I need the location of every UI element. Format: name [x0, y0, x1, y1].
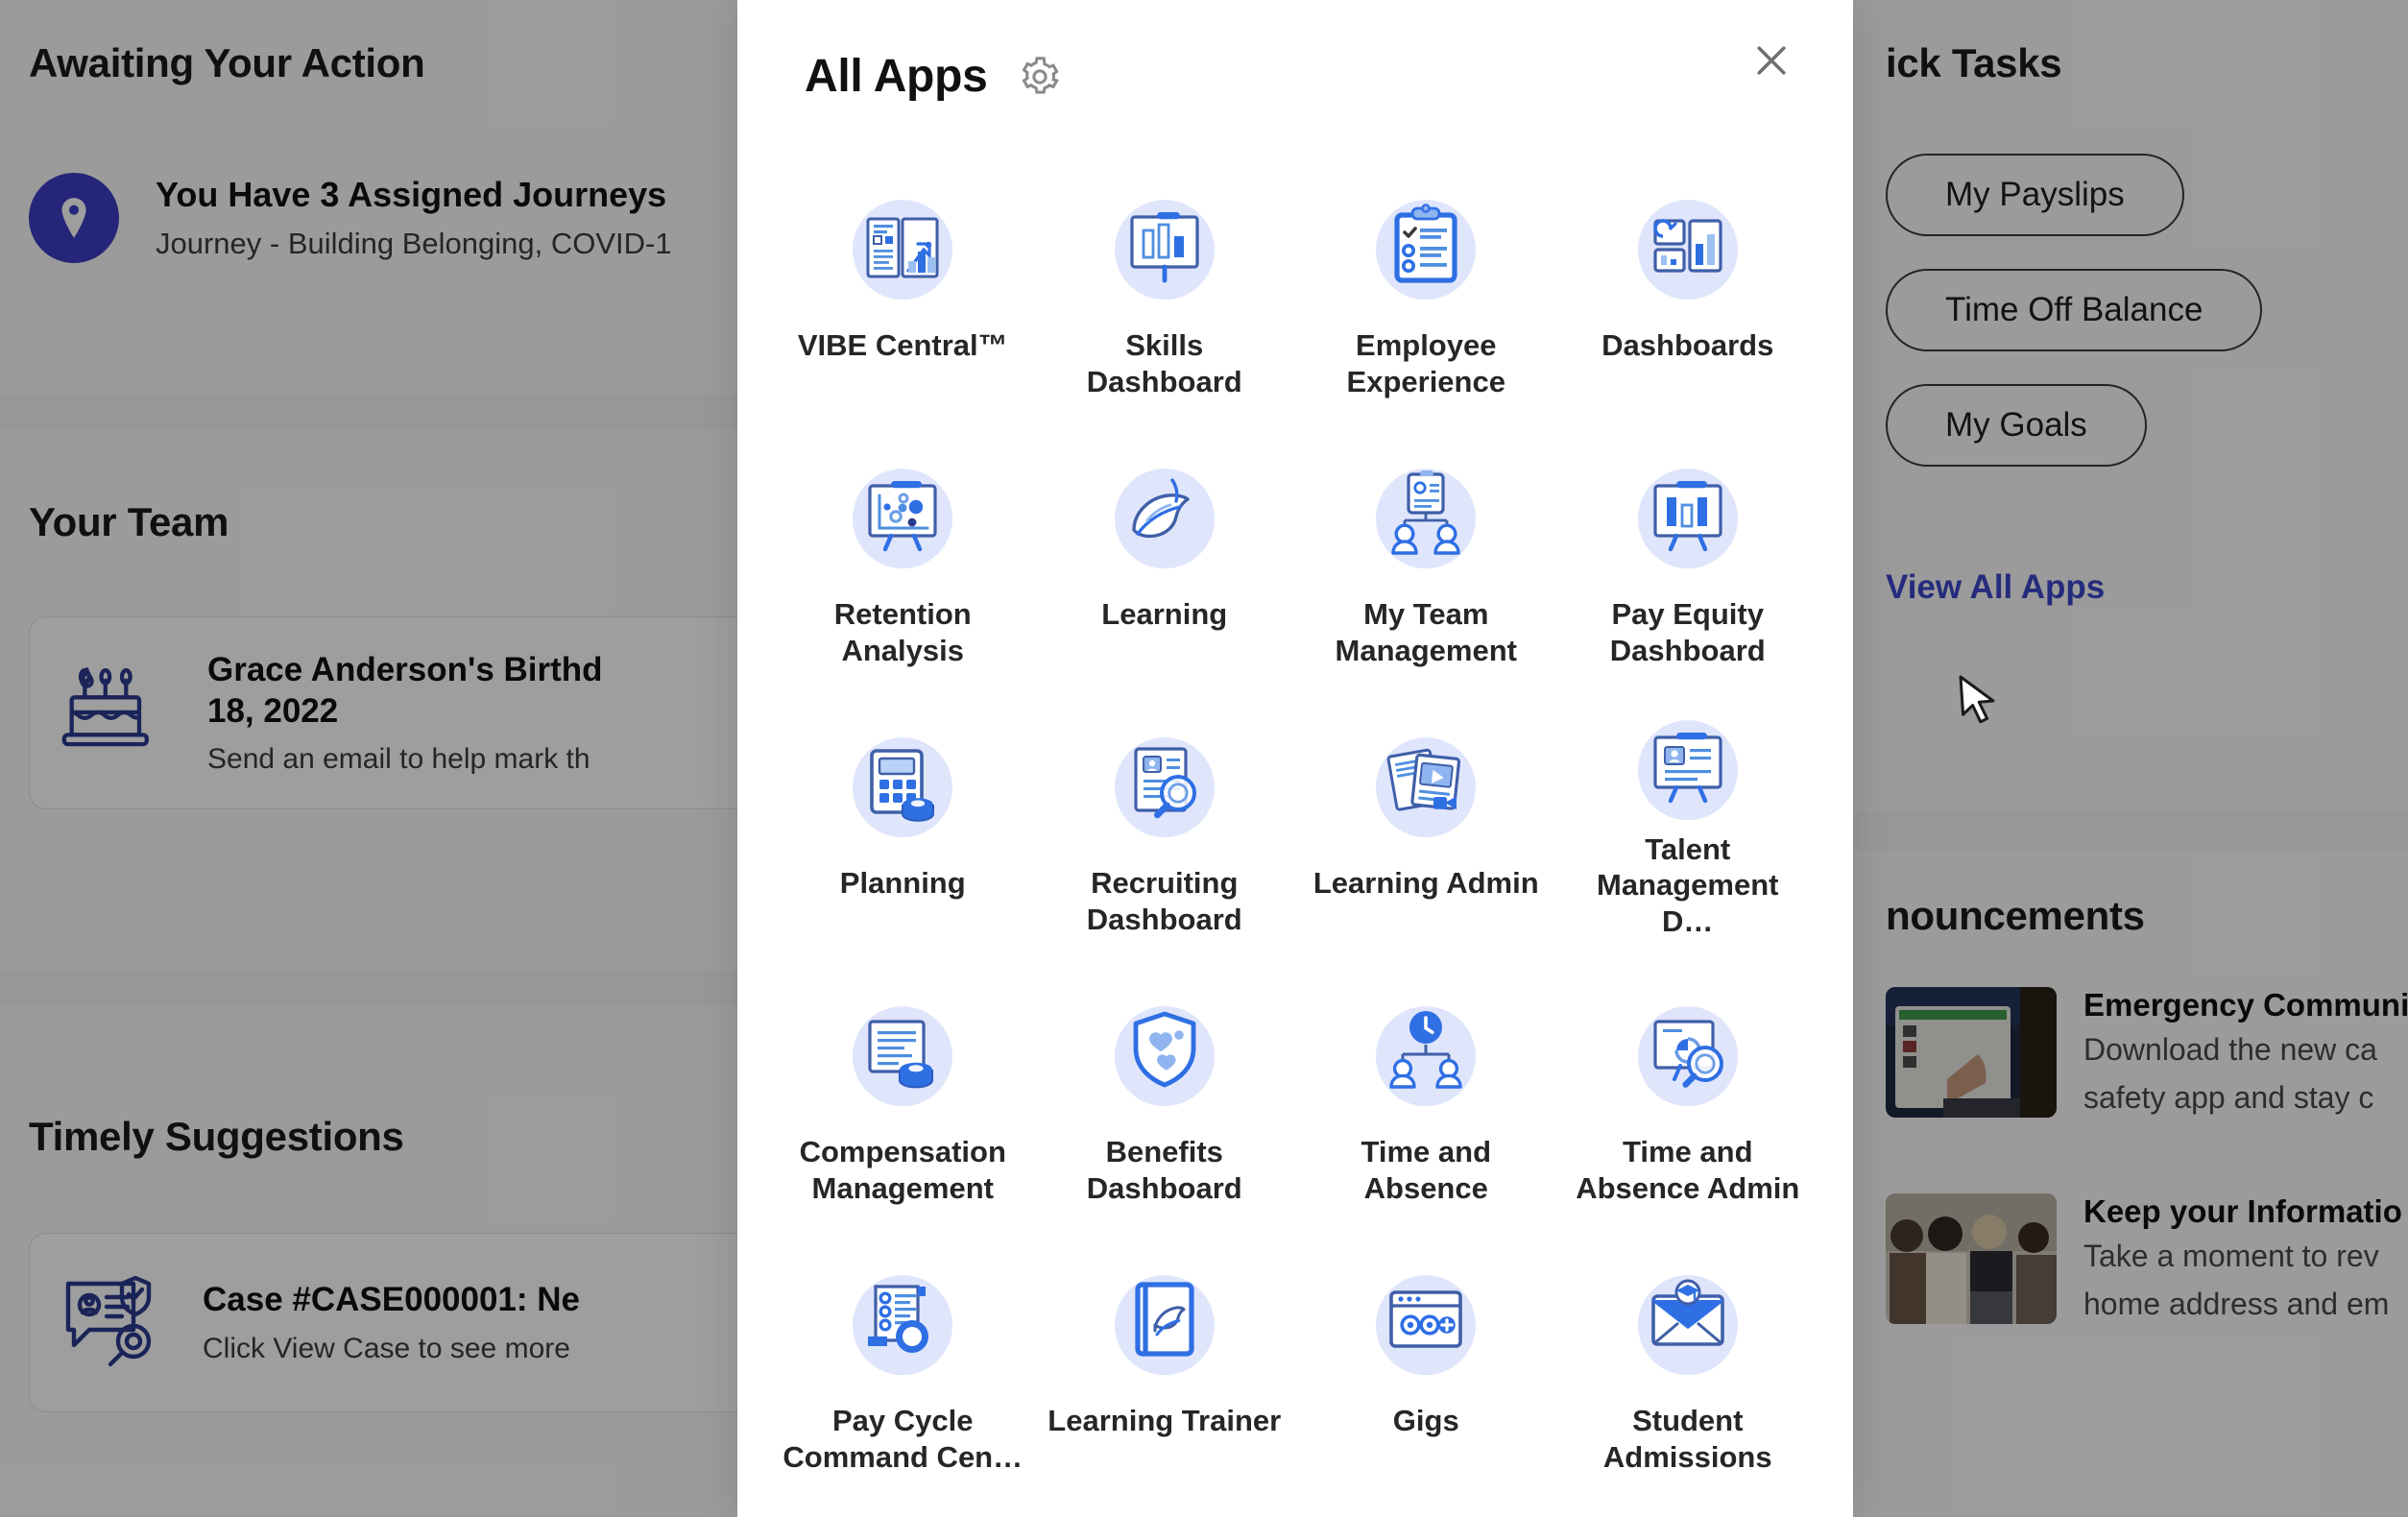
app-label: Benefits Dashboard [1086, 1135, 1242, 1205]
app-tile-time-and-absence-admin[interactable]: Time and Absence Admin [1557, 969, 1819, 1238]
app-label: Retention Analysis [833, 597, 972, 667]
benefits-dashboard-icon [1093, 980, 1237, 1124]
app-label: Learning Trainer [1047, 1404, 1282, 1437]
employee-experience-icon [1354, 174, 1498, 318]
app-tile-gigs[interactable]: Gigs [1295, 1238, 1557, 1506]
close-icon[interactable] [1740, 29, 1803, 92]
app-label: VIBE Central™ [797, 328, 1008, 362]
app-tile-pay-cycle-command-center[interactable]: Pay Cycle Command Cen… [772, 1238, 1034, 1506]
retention-analysis-icon [831, 443, 975, 587]
learning-admin-icon [1354, 711, 1498, 855]
pay-cycle-command-center-icon [831, 1249, 975, 1393]
app-label: Recruiting Dashboard [1086, 866, 1242, 936]
app-tile-retention-analysis[interactable]: Retention Analysis [772, 431, 1034, 700]
planning-icon [831, 711, 975, 855]
app-tile-vibe-central[interactable]: VIBE Central™ [772, 162, 1034, 431]
app-tile-my-team-management[interactable]: My Team Management [1295, 431, 1557, 700]
pay-equity-dashboard-icon [1616, 443, 1760, 587]
app-label: Pay Cycle Command Cen… [783, 1404, 1023, 1474]
app-label: My Team Management [1335, 597, 1517, 667]
student-admissions-icon [1616, 1249, 1760, 1393]
vibe-central-icon [831, 174, 975, 318]
app-label: Pay Equity Dashboard [1609, 597, 1766, 667]
app-tile-skills-dashboard[interactable]: Skills Dashboard [1034, 162, 1296, 431]
app-tile-learning-admin[interactable]: Learning Admin [1295, 700, 1557, 969]
talent-management-icon [1616, 711, 1760, 822]
app-tile-pay-equity-dashboard[interactable]: Pay Equity Dashboard [1557, 431, 1819, 700]
app-tile-time-and-absence[interactable]: Time and Absence [1295, 969, 1557, 1238]
all-apps-modal: All Apps VIBE Central™ Skills Dashboard … [737, 0, 1853, 1517]
app-label: Student Admissions [1602, 1404, 1772, 1474]
compensation-management-icon [831, 980, 975, 1124]
learning-icon [1093, 443, 1237, 587]
dashboards-icon [1616, 174, 1760, 318]
mouse-cursor [1957, 675, 1999, 734]
app-label: Gigs [1392, 1404, 1459, 1437]
modal-title: All Apps [805, 51, 988, 102]
my-team-management-icon [1354, 443, 1498, 587]
app-tile-benefits-dashboard[interactable]: Benefits Dashboard [1034, 969, 1296, 1238]
app-label: Employee Experience [1346, 328, 1505, 398]
app-tile-dashboards[interactable]: Dashboards [1557, 162, 1819, 431]
app-label: Skills Dashboard [1086, 328, 1242, 398]
app-tile-student-admissions[interactable]: Student Admissions [1557, 1238, 1819, 1506]
recruiting-dashboard-icon [1093, 711, 1237, 855]
app-tile-learning-trainer[interactable]: Learning Trainer [1034, 1238, 1296, 1506]
app-tile-compensation-management[interactable]: Compensation Management [772, 969, 1034, 1238]
time-and-absence-admin-icon [1616, 980, 1760, 1124]
app-label: Planning [839, 866, 966, 900]
app-tile-recruiting-dashboard[interactable]: Recruiting Dashboard [1034, 700, 1296, 969]
app-label: Learning Admin [1312, 866, 1539, 900]
skills-dashboard-icon [1093, 174, 1237, 318]
modal-header: All Apps [737, 0, 1853, 103]
app-tile-planning[interactable]: Planning [772, 700, 1034, 969]
time-and-absence-icon [1354, 980, 1498, 1124]
app-label: Compensation Management [799, 1135, 1006, 1205]
all-apps-grid: VIBE Central™ Skills Dashboard Employee … [737, 162, 1853, 1506]
app-label: Talent Management D… [1597, 831, 1779, 939]
app-label: Dashboards [1601, 328, 1774, 362]
gear-icon[interactable] [1015, 52, 1065, 102]
app-label: Time and Absence Admin [1576, 1135, 1800, 1205]
learning-trainer-icon [1093, 1249, 1237, 1393]
app-tile-learning[interactable]: Learning [1034, 431, 1296, 700]
app-tile-talent-management-dashboard[interactable]: Talent Management D… [1557, 700, 1819, 969]
gigs-icon [1354, 1249, 1498, 1393]
app-tile-employee-experience[interactable]: Employee Experience [1295, 162, 1557, 431]
app-label: Learning [1101, 597, 1228, 631]
app-label: Time and Absence [1361, 1135, 1492, 1205]
